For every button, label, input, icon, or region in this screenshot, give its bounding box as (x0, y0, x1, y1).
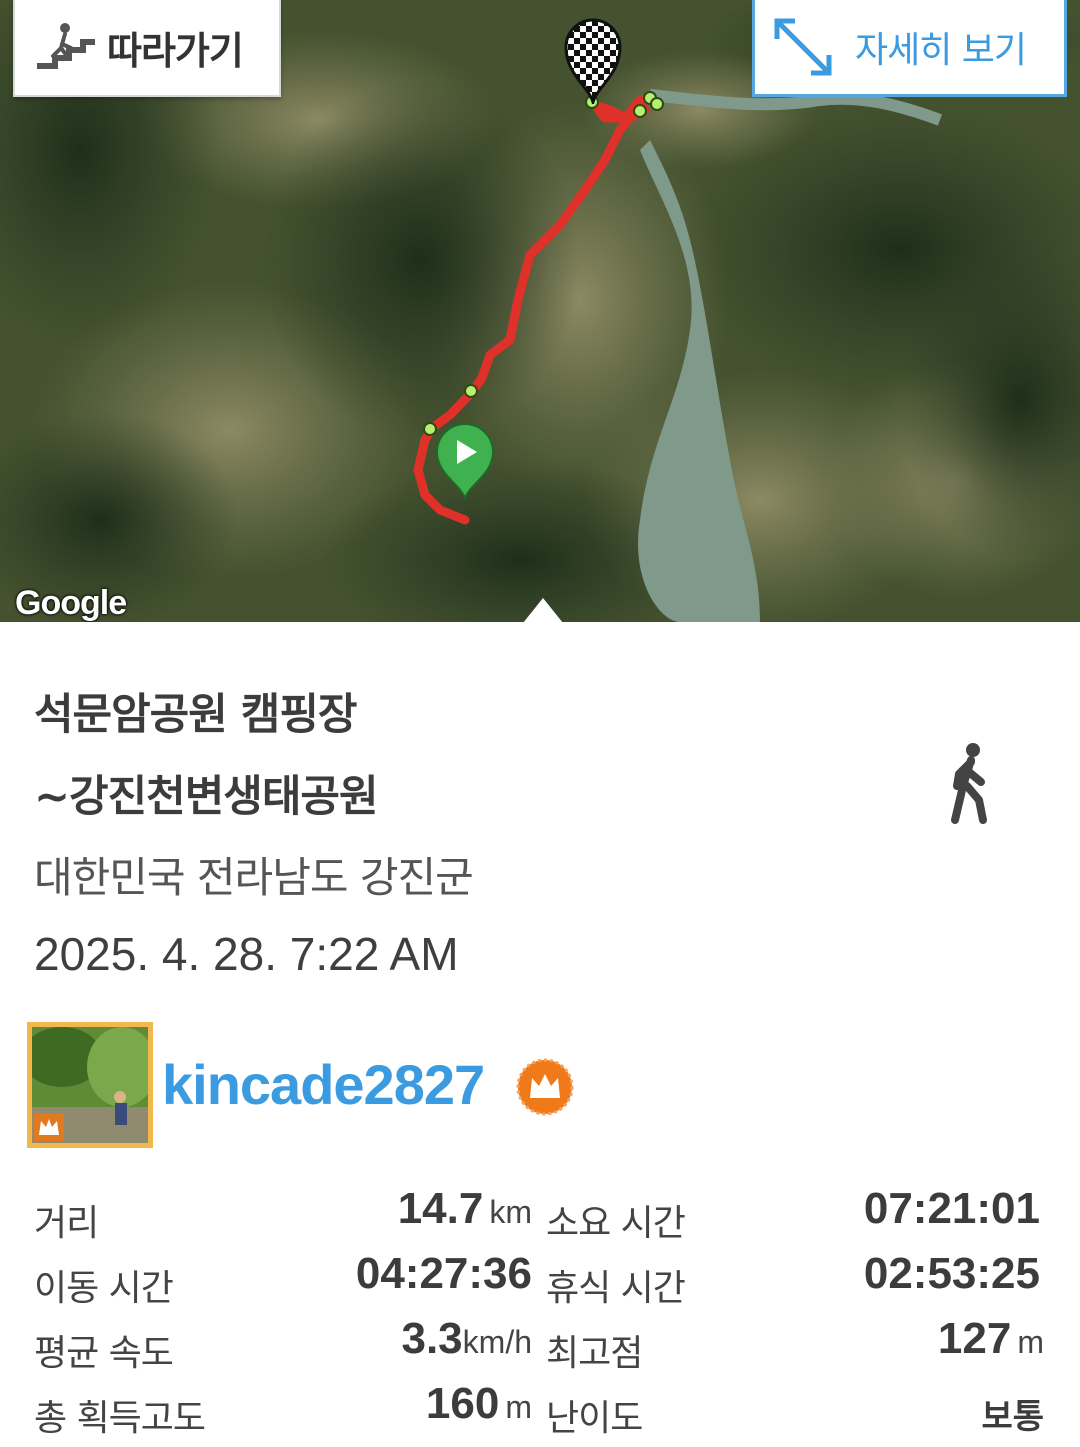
hiker-stairs-icon (37, 22, 95, 69)
rest-time-value: 02:53:25 (863, 1249, 1040, 1298)
detail-view-button[interactable]: 자세히 보기 (752, 0, 1067, 97)
avatar[interactable] (27, 1022, 153, 1148)
track-title-line2: ~강진천변생태공원 (34, 772, 379, 822)
difficulty-label: 난이도 (546, 1398, 643, 1439)
expand-arrows-icon (774, 18, 832, 76)
username-link[interactable]: kincade2827 (162, 1052, 485, 1117)
track-title: 석문암공원 캠핑장 ~강진천변생태공원 (34, 674, 754, 838)
stat-row-elevation-gain: 총 획득고도 160 m 난이도 보통 (0, 1377, 1080, 1441)
checkered-flag-icon[interactable] (562, 14, 624, 104)
avg-speed-value: 3.3km/h (401, 1314, 532, 1363)
google-logo: Google (15, 584, 127, 622)
avatar-photo (32, 1027, 148, 1143)
detail-label: 자세히 보기 (855, 30, 1027, 71)
moving-time-value: 04:27:36 (355, 1249, 532, 1298)
track-info-panel: 석문암공원 캠핑장 ~강진천변생태공원 대한민국 전라남도 강진군 2025. … (0, 622, 1080, 1447)
track-location: 대한민국 전라남도 강진군 (34, 853, 474, 902)
distance-label: 거리 (34, 1203, 99, 1244)
elevation-gain-label: 총 획득고도 (34, 1398, 206, 1439)
walking-person-icon (951, 743, 987, 824)
distance-value: 14.7 km (397, 1184, 532, 1233)
difficulty-value: 보통 (981, 1398, 1044, 1436)
crown-icon (516, 1058, 574, 1116)
play-marker-icon[interactable] (434, 422, 496, 500)
avg-speed-label: 평균 속도 (34, 1333, 174, 1374)
stat-row-avg-speed: 평균 속도 3.3km/h 최고점 127 m (0, 1312, 1080, 1376)
stat-row-distance: 거리 14.7 km 소요 시간 07:21:01 (0, 1182, 1080, 1246)
elevation-gain-value: 160 m (425, 1379, 532, 1428)
stat-row-moving-time: 이동 시간 04:27:36 휴식 시간 02:53:25 (0, 1247, 1080, 1311)
track-datetime: 2025. 4. 28. 7:22 AM (34, 928, 459, 980)
route-map[interactable]: 따라가기 자세히 보기 Google (0, 0, 1080, 622)
moving-time-label: 이동 시간 (34, 1268, 174, 1309)
max-elevation-label: 최고점 (546, 1333, 643, 1374)
rest-time-label: 휴식 시간 (546, 1268, 686, 1309)
follow-button[interactable]: 따라가기 (13, 0, 281, 97)
total-time-label: 소요 시간 (546, 1203, 686, 1244)
max-elevation-value: 127 m (937, 1314, 1044, 1363)
map-pointer-notch (523, 598, 563, 622)
follow-label: 따라가기 (107, 29, 244, 73)
total-time-value: 07:21:01 (863, 1184, 1040, 1233)
track-title-line1: 석문암공원 캠핑장 (34, 690, 357, 740)
